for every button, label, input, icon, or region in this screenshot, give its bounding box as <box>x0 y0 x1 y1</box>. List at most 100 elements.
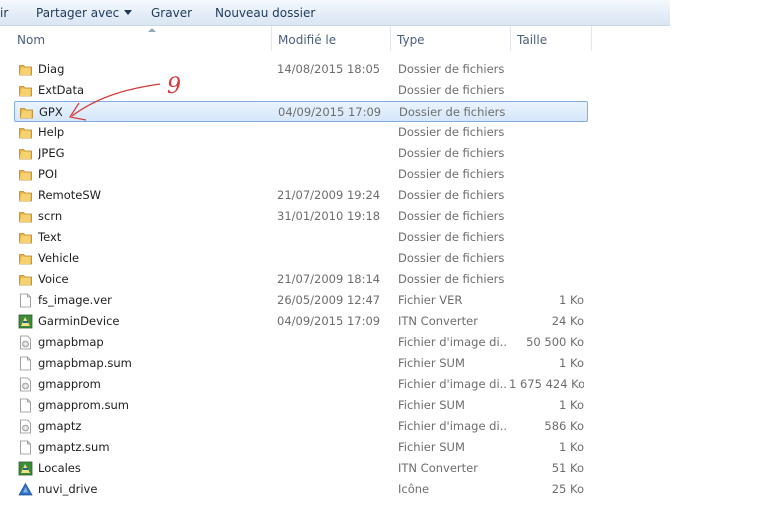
file-name: gmaptz <box>38 419 82 433</box>
list-item[interactable]: Vehicle Dossier de fichiers <box>14 248 588 269</box>
list-item[interactable]: Diag 14/08/2015 18:05 Dossier de fichiers <box>14 59 588 80</box>
file-size <box>509 143 584 164</box>
file-size <box>509 164 584 185</box>
folder-icon <box>18 125 33 140</box>
folder-icon <box>18 62 33 77</box>
file-size <box>509 122 584 143</box>
list-item[interactable]: Voice 21/07/2009 18:14 Dossier de fichiers <box>14 269 588 290</box>
file-modified-date <box>277 80 387 101</box>
file-type: Fichier SUM <box>398 440 465 454</box>
file-size <box>509 269 584 290</box>
file-type: ITN Converter <box>398 314 478 328</box>
file-size: 1 Ko <box>559 293 584 307</box>
share-with-button[interactable]: Partager avec <box>36 5 133 21</box>
file-size <box>509 248 584 269</box>
folder-icon <box>18 209 33 224</box>
file-type: Dossier de fichiers <box>398 188 505 202</box>
list-item[interactable]: ExtData Dossier de fichiers <box>14 80 588 101</box>
disk-image-icon <box>18 419 33 434</box>
list-item[interactable]: gmaptz Fichier d'image di... 586 Ko <box>14 416 588 437</box>
file-name: fs_image.ver <box>38 293 112 307</box>
file-type: Icône <box>398 482 430 496</box>
list-item[interactable]: JPEG Dossier de fichiers <box>14 143 588 164</box>
file-modified-date <box>277 122 387 143</box>
file-icon <box>18 398 33 413</box>
file-name: GarminDevice <box>38 314 120 328</box>
file-type: Fichier SUM <box>398 398 465 412</box>
file-size <box>509 227 584 248</box>
list-item[interactable]: gmapprom.sum Fichier SUM 1 Ko <box>14 395 588 416</box>
file-size: 1 Ko <box>559 440 584 454</box>
file-type: Fichier VER <box>398 293 463 307</box>
folder-icon <box>18 272 33 287</box>
file-size: 1 Ko <box>559 356 584 370</box>
itn-converter-icon <box>18 461 33 476</box>
file-name: JPEG <box>38 146 65 160</box>
column-header-modified[interactable]: Modifié le <box>272 26 391 51</box>
burn-button[interactable]: Graver <box>151 5 192 21</box>
list-item[interactable]: gmaptz.sum Fichier SUM 1 Ko <box>14 437 588 458</box>
folder-icon <box>18 230 33 245</box>
file-size <box>510 102 585 123</box>
file-modified-date: 04/09/2015 17:09 <box>277 314 381 328</box>
file-name: Text <box>38 230 62 244</box>
list-item[interactable]: scrn 31/01/2010 19:18 Dossier de fichiers <box>14 206 588 227</box>
folder-icon <box>18 83 33 98</box>
file-name: gmapprom.sum <box>38 398 130 412</box>
file-type: Dossier de fichiers <box>398 209 505 223</box>
column-header-type[interactable]: Type <box>391 26 511 51</box>
new-folder-button[interactable]: Nouveau dossier <box>215 5 315 21</box>
list-item[interactable]: GPX 04/09/2015 17:09 Dossier de fichiers <box>14 101 588 122</box>
file-name: gmapbmap <box>38 335 104 349</box>
list-item[interactable]: gmapprom Fichier d'image di... 1 675 424 K… <box>14 374 588 395</box>
disk-image-icon <box>18 335 33 350</box>
file-modified-date <box>277 248 387 269</box>
file-name: Help <box>38 125 65 139</box>
file-name: ExtData <box>38 83 85 97</box>
file-icon <box>18 356 33 371</box>
disk-image-icon <box>18 377 33 392</box>
file-modified-date <box>277 437 387 458</box>
list-item[interactable]: GarminDevice 04/09/2015 17:09 ITN Converte… <box>14 311 588 332</box>
cut-button[interactable]: ir <box>0 5 8 21</box>
file-explorer-window: ir Partager avec Graver Nouveau dossier … <box>0 0 670 528</box>
file-size <box>509 80 584 101</box>
file-type: Fichier SUM <box>398 356 465 370</box>
file-modified-date <box>277 458 387 479</box>
file-size: 1 Ko <box>559 398 584 412</box>
list-item[interactable]: Locales ITN Converter 51 Ko <box>14 458 588 479</box>
list-item[interactable]: gmapbmap Fichier d'image di... 50 500 Ko <box>14 332 588 353</box>
list-item[interactable]: nuvi_drive Icône 25 Ko <box>14 479 588 500</box>
file-modified-date: 21/07/2009 18:14 <box>277 272 381 286</box>
file-modified-date: 26/05/2009 12:47 <box>277 293 381 307</box>
column-header-name[interactable]: Nom <box>11 26 272 51</box>
file-type: Dossier de fichiers <box>399 105 506 119</box>
list-item[interactable]: RemoteSW 21/07/2009 19:24 Dossier de fichi… <box>14 185 588 206</box>
folder-icon <box>18 167 33 182</box>
file-modified-date: 04/09/2015 17:09 <box>278 105 382 119</box>
file-name: POI <box>38 167 58 181</box>
file-size <box>509 59 584 80</box>
file-type: Dossier de fichiers <box>398 125 505 139</box>
file-modified-date <box>277 374 387 395</box>
file-modified-date <box>277 143 387 164</box>
file-name: Voice <box>38 272 69 286</box>
list-item[interactable]: fs_image.ver 26/05/2009 12:47 Fichier VER 1… <box>14 290 588 311</box>
itn-converter-icon <box>18 314 33 329</box>
file-type: Fichier d'image di... <box>398 335 506 349</box>
file-size: 25 Ko <box>551 482 584 496</box>
file-icon <box>18 440 33 455</box>
file-size <box>509 185 584 206</box>
folder-icon <box>18 251 33 266</box>
column-header-name-label: Nom <box>17 33 46 47</box>
list-item[interactable]: Text Dossier de fichiers <box>14 227 588 248</box>
file-modified-date: 31/01/2010 19:18 <box>277 209 381 223</box>
column-header-size[interactable]: Taille <box>511 26 592 51</box>
file-type: Dossier de fichiers <box>398 251 505 265</box>
list-item[interactable]: POI Dossier de fichiers <box>14 164 588 185</box>
list-item[interactable]: gmapbmap.sum Fichier SUM 1 Ko <box>14 353 588 374</box>
file-name: Vehicle <box>38 251 80 265</box>
file-modified-date <box>277 227 387 248</box>
file-type: Dossier de fichiers <box>398 146 505 160</box>
list-item[interactable]: Help Dossier de fichiers <box>14 122 588 143</box>
